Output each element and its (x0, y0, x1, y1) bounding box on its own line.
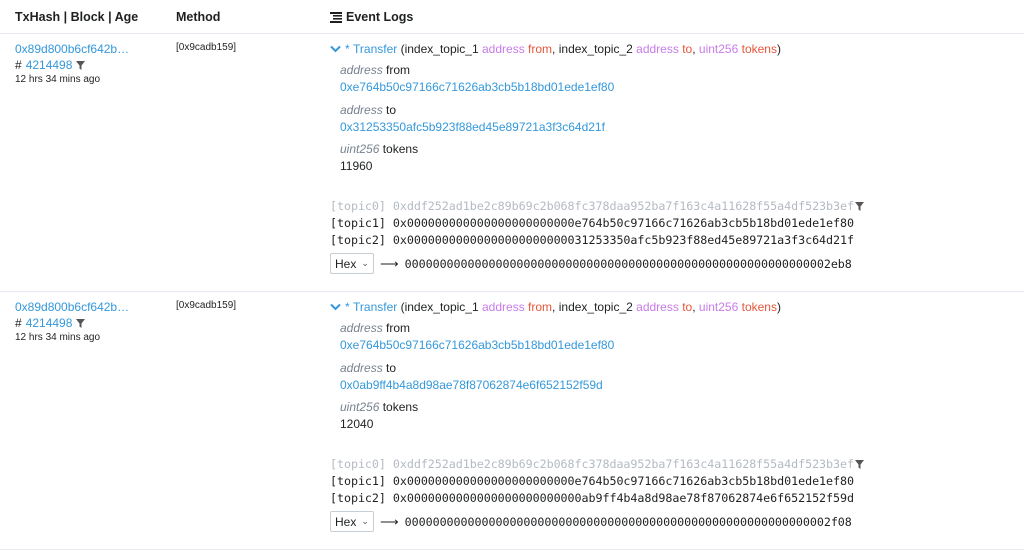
param-var: to (682, 42, 693, 56)
param-type: uint256 (340, 400, 380, 414)
block-prefix: # (15, 316, 22, 330)
col-header-event-logs: Event Logs (330, 10, 413, 24)
param-name: index_topic_1 (404, 42, 479, 56)
age-text: 12 hrs 34 mins ago (15, 332, 101, 343)
param-type: address (636, 42, 679, 56)
txhash-link[interactable]: 0x89d800b6cf642b… (15, 42, 129, 56)
topic0-line: [topic0] 0xddf252ad1be2c89b69c2b068fc378… (330, 199, 864, 213)
chevron-down-icon: ⌄ (361, 258, 369, 268)
age-text: 12 hrs 34 mins ago (15, 74, 101, 85)
paren-close: ) (776, 300, 781, 314)
table-row: 0x89d800b6cf642b… # 4214498 12 hrs 34 mi… (0, 292, 1024, 550)
event-logs-label: Event Logs (346, 10, 414, 24)
param-label: address from (340, 321, 410, 335)
param-type: uint256 (340, 142, 380, 156)
param-var: from (528, 42, 553, 56)
param-type: uint256 (698, 42, 739, 56)
event-star: * (345, 300, 350, 314)
topic2-line: [topic2] 0x0000000000000000000000000ab9f… (330, 491, 854, 505)
chevron-down-icon: ⌄ (361, 516, 369, 526)
param-type: address (340, 321, 383, 335)
param-name: tokens (382, 142, 419, 156)
event-name: Transfer (353, 42, 398, 56)
param-label: uint256 tokens (340, 400, 418, 414)
param-type: address (482, 300, 525, 314)
method-badge: [0x9cadb159] (176, 42, 237, 53)
method-badge: [0x9cadb159] (176, 300, 237, 311)
address-link[interactable]: 0x0ab9ff4b4a8d98ae78f87062874e6f652152f5… (340, 378, 603, 392)
param-type: address (636, 300, 679, 314)
param-name: from (386, 321, 411, 335)
param-type: uint256 (698, 300, 739, 314)
param-name: to (386, 103, 397, 117)
chevron-down-icon[interactable] (330, 45, 341, 53)
param-type: address (482, 42, 525, 56)
table-row: 0x89d800b6cf642b… # 4214498 12 hrs 34 mi… (0, 34, 1024, 292)
chevron-down-icon[interactable] (330, 303, 341, 311)
param-label: address to (340, 361, 396, 375)
event-signature: * Transfer (index_topic_1 address from, … (330, 42, 781, 56)
topic1-line: [topic1] 0x000000000000000000000000e764b… (330, 474, 854, 488)
separator: , (692, 300, 696, 314)
filter-icon[interactable] (855, 459, 864, 469)
data-value: 0000000000000000000000000000000000000000… (404, 514, 852, 529)
block-link[interactable]: 4214498 (26, 316, 73, 330)
col-header-method: Method (176, 10, 221, 24)
param-var: tokens (741, 42, 777, 56)
event-star: * (345, 42, 350, 56)
block-line: # 4214498 (15, 316, 86, 330)
list-icon (330, 11, 342, 23)
address-link[interactable]: 0x31253350afc5b923f88ed45e89721a3f3c64d2… (340, 120, 605, 134)
filter-icon[interactable] (76, 60, 86, 70)
filter-icon[interactable] (76, 318, 86, 328)
param-name: tokens (382, 400, 419, 414)
data-value: 0000000000000000000000000000000000000000… (404, 256, 852, 271)
block-prefix: # (15, 58, 22, 72)
param-var: tokens (741, 300, 777, 314)
data-line: Hex ⌄ ⟶ 00000000000000000000000000000000… (330, 511, 852, 532)
paren-close: ) (776, 42, 781, 56)
arrow-right-icon: ⟶ (380, 255, 399, 271)
data-format-value: Hex (335, 514, 357, 529)
data-format-select[interactable]: Hex ⌄ (330, 253, 374, 274)
param-var: from (528, 300, 553, 314)
block-link[interactable]: 4214498 (26, 58, 73, 72)
param-name: index_topic_1 (404, 300, 479, 314)
topic1-line: [topic1] 0x000000000000000000000000e764b… (330, 216, 854, 230)
param-label: uint256 tokens (340, 142, 418, 156)
token-value: 11960 (340, 159, 373, 173)
arrow-right-icon: ⟶ (380, 513, 399, 529)
param-name: index_topic_2 (558, 42, 633, 56)
separator: , (692, 42, 696, 56)
param-type: address (340, 361, 383, 375)
param-name: from (386, 63, 411, 77)
separator: , (552, 300, 556, 314)
txhash-link[interactable]: 0x89d800b6cf642b… (15, 300, 129, 314)
topic0-text: [topic0] 0xddf252ad1be2c89b69c2b068fc378… (330, 199, 854, 213)
param-label: address from (340, 63, 410, 77)
event-signature: * Transfer (index_topic_1 address from, … (330, 300, 781, 314)
table-header: TxHash | Block | Age Method Event Logs (0, 0, 1024, 34)
topic2-line: [topic2] 0x00000000000000000000000031253… (330, 233, 854, 247)
address-link[interactable]: 0xe764b50c97166c71626ab3cb5b18bd01ede1ef… (340, 80, 614, 94)
param-name: to (386, 361, 397, 375)
param-type: address (340, 103, 383, 117)
separator: , (552, 42, 556, 56)
param-label: address to (340, 103, 396, 117)
param-name: index_topic_2 (558, 300, 633, 314)
token-value: 12040 (340, 417, 374, 431)
data-format-select[interactable]: Hex ⌄ (330, 511, 374, 532)
param-var: to (682, 300, 693, 314)
topic0-text: [topic0] 0xddf252ad1be2c89b69c2b068fc378… (330, 457, 854, 471)
data-format-value: Hex (335, 256, 357, 271)
topic0-line: [topic0] 0xddf252ad1be2c89b69c2b068fc378… (330, 457, 864, 471)
col-header-txhash: TxHash | Block | Age (15, 10, 139, 24)
param-type: address (340, 63, 383, 77)
data-line: Hex ⌄ ⟶ 00000000000000000000000000000000… (330, 253, 852, 274)
block-line: # 4214498 (15, 58, 86, 72)
address-link[interactable]: 0xe764b50c97166c71626ab3cb5b18bd01ede1ef… (340, 338, 614, 352)
event-name: Transfer (353, 300, 398, 314)
filter-icon[interactable] (855, 201, 864, 211)
